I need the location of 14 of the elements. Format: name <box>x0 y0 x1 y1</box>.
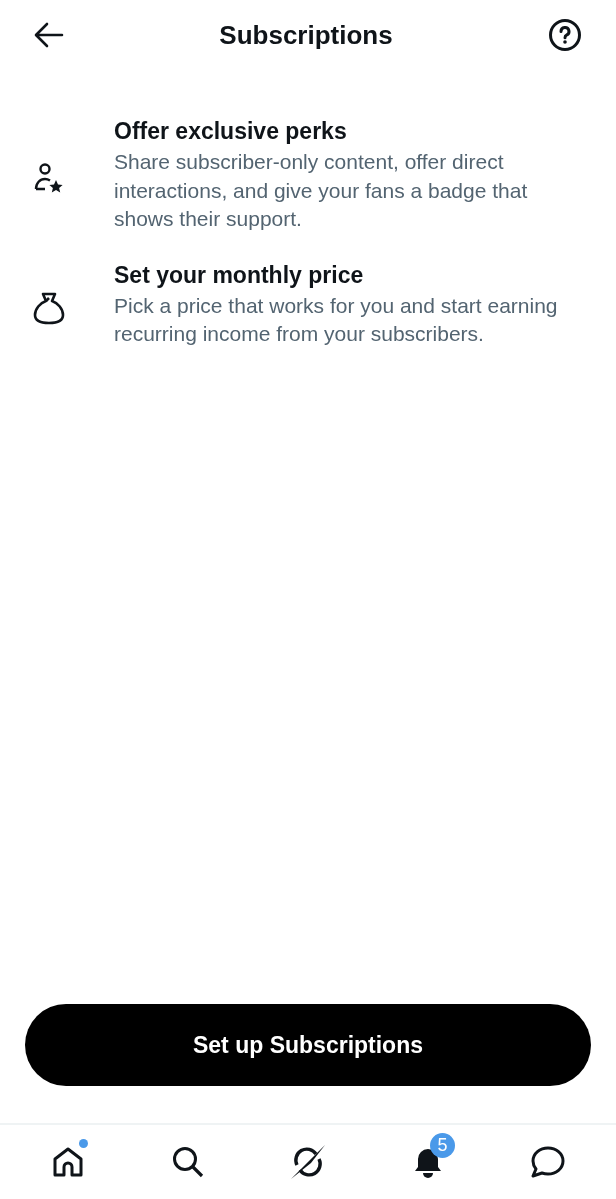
home-icon[interactable] <box>51 1145 85 1179</box>
feature-description: Share subscriber-only content, offer direct interactions, and give your fans a badge that shows their support. <box>114 149 529 232</box>
help-icon[interactable] <box>548 18 582 52</box>
person-star-icon <box>34 162 64 195</box>
set-up-subscriptions-button[interactable]: Set up Subscriptions <box>25 1004 591 1086</box>
search-icon[interactable] <box>171 1145 205 1179</box>
back-arrow-icon[interactable] <box>34 22 64 48</box>
money-bag-icon <box>33 291 65 325</box>
notification-count: 5 <box>430 1133 455 1158</box>
chat-bubble-icon[interactable] <box>530 1145 566 1179</box>
feature-title: Offer exclusive perks <box>114 117 348 146</box>
feature-description: Pick a price that works for you and start earning recurring income from your subscribers. <box>114 292 559 347</box>
feature-title: Set your monthly price <box>114 260 365 290</box>
page-title: Subscriptions <box>219 18 393 52</box>
